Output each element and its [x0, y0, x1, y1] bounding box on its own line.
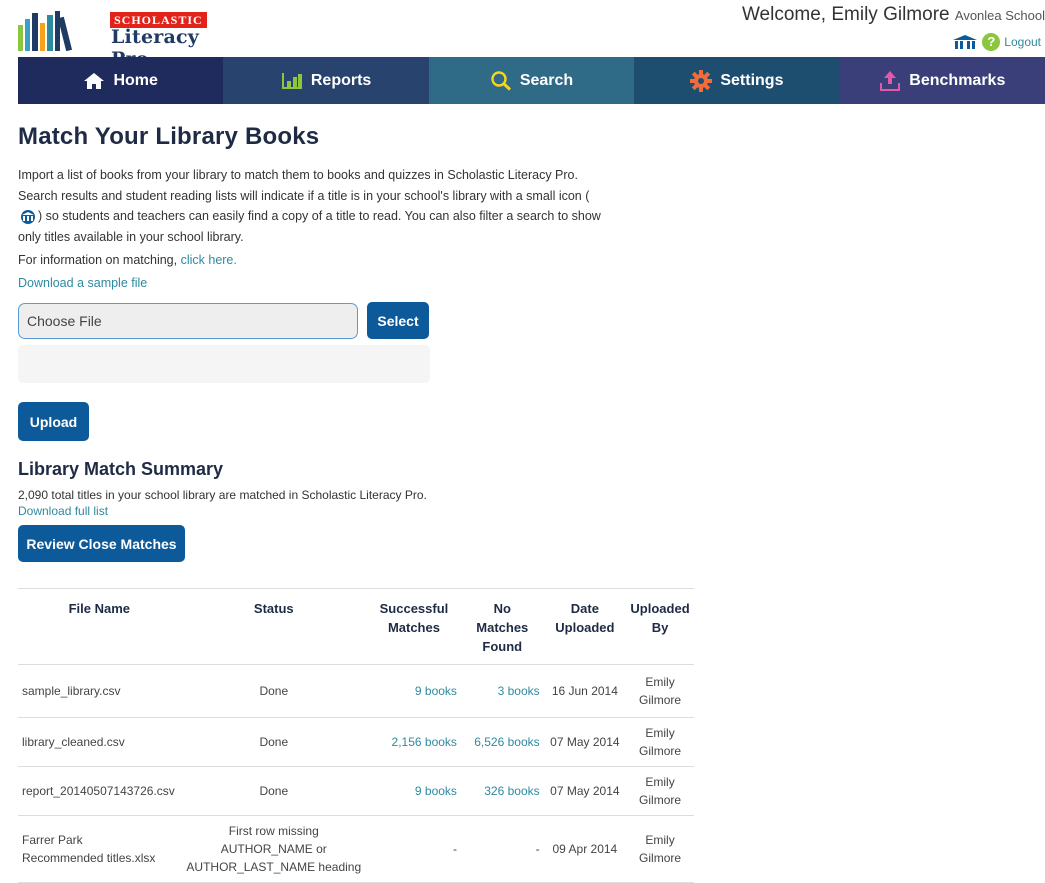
header-file-name[interactable]: File Name [18, 588, 181, 665]
cell-no-matches: - [460, 815, 544, 883]
header-date-uploaded[interactable]: Date Uploaded [543, 588, 627, 665]
page-title: Match Your Library Books [18, 123, 320, 150]
literacy-pro-logo[interactable]: SCHOLASTIC Literacy Pro [18, 9, 228, 70]
nav-settings-label: Settings [720, 71, 784, 89]
nav-search-label: Search [519, 71, 574, 89]
welcome-message: Welcome, Emily Gilmore Avonlea School [742, 4, 1045, 26]
click-here-link[interactable]: click here. [181, 253, 237, 267]
download-sample-link[interactable]: Download a sample file [18, 276, 147, 290]
intro-paragraph: Import a list of books from your library… [18, 165, 608, 247]
cell-successful: - [366, 815, 461, 883]
selected-file-display [18, 345, 430, 383]
top-header: SCHOLASTIC Literacy Pro Welcome, Emily G… [0, 0, 1045, 70]
library-match-table: File Name Status Successful Matches No Mat… [18, 588, 694, 883]
nav-home-label: Home [113, 71, 158, 89]
nav-benchmarks-label: Benchmarks [909, 71, 1006, 89]
school-name: Avonlea School [954, 8, 1045, 23]
cell-successful: 9 books [366, 664, 461, 718]
help-icon[interactable]: ? [982, 33, 1001, 51]
gear-icon [690, 69, 713, 92]
cell-status: First row missing AUTHOR_NAME or AUTHOR_L… [180, 815, 367, 883]
summary-text: 2,090 total titles in your school librar… [18, 488, 427, 502]
nav-home[interactable]: Home [18, 57, 224, 104]
library-icon[interactable] [952, 34, 978, 50]
cell-status: Done [180, 717, 367, 767]
welcome-text: Welcome, Emily Gilmore [741, 4, 950, 25]
home-icon [84, 72, 105, 89]
successful-link[interactable]: 9 books [415, 784, 457, 798]
header-successful-matches[interactable]: Successful Matches [366, 588, 461, 665]
cell-file-name: sample_library.csv [18, 664, 181, 718]
header-no-matches-found[interactable]: No Matches Found [460, 588, 544, 665]
summary-heading: Library Match Summary [18, 459, 224, 479]
no-matches-link[interactable]: 6,526 books [474, 735, 539, 749]
intro-text-1: Import a list of books from your library… [18, 168, 590, 203]
bar-chart-icon [281, 72, 302, 89]
select-button[interactable]: Select [367, 302, 429, 339]
cell-successful: 9 books [366, 766, 461, 816]
cell-date: 09 Apr 2014 [543, 815, 627, 883]
review-close-matches-button[interactable]: Review Close Matches [18, 525, 185, 562]
no-matches-link[interactable]: 326 books [484, 784, 539, 798]
header-status[interactable]: Status [180, 588, 367, 665]
cell-file-name: library_cleaned.csv [18, 717, 181, 767]
choose-file-input[interactable]: Choose File [18, 302, 358, 339]
header-uploaded-by[interactable]: Uploaded By [626, 588, 694, 665]
library-icon [21, 209, 35, 224]
cell-no-matches: 326 books [460, 766, 544, 816]
upload-button[interactable]: Upload [18, 402, 89, 441]
cell-date: 16 Jun 2014 [543, 664, 627, 718]
upload-arrow-icon [880, 70, 901, 91]
cell-file-name: Farrer Park Recommended titles.xlsx [18, 815, 181, 883]
download-full-list-link[interactable]: Download full list [18, 504, 718, 518]
cell-date: 07 May 2014 [543, 717, 627, 767]
matching-info-text: For information on matching, [18, 253, 178, 267]
table-row: sample_library.csv Done 9 books 3 books … [18, 664, 694, 718]
successful-link[interactable]: 2,156 books [392, 735, 457, 749]
sample-file-row: Download a sample file [18, 276, 718, 290]
table-row: library_cleaned.csv Done 2,156 books 6,5… [18, 717, 694, 767]
matching-info: For information on matching, click here. [18, 253, 718, 267]
nav-search[interactable]: Search [428, 57, 635, 104]
nav-reports[interactable]: Reports [223, 57, 429, 104]
nav-settings[interactable]: Settings [634, 57, 840, 104]
file-chooser-row: Choose File Select [18, 302, 718, 339]
main-content: Match Your Library Books Import a list o… [18, 105, 718, 883]
table-header-row: File Name Status Successful Matches No Mat… [18, 588, 694, 665]
utility-links: ? Logout [952, 33, 1041, 51]
logout-link[interactable]: Logout [1004, 35, 1041, 49]
cell-status: Done [180, 664, 367, 718]
magnifier-icon [491, 70, 511, 91]
cell-no-matches: 6,526 books [460, 717, 544, 767]
cell-uploaded-by: Emily Gilmore [626, 664, 694, 718]
no-matches-link[interactable]: 3 books [498, 684, 540, 698]
cell-uploaded-by: Emily Gilmore [626, 717, 694, 767]
cell-uploaded-by: Emily Gilmore [626, 766, 694, 816]
table-row: Farrer Park Recommended titles.xlsx First… [18, 815, 694, 883]
cell-status: Done [180, 766, 367, 816]
cell-date: 07 May 2014 [543, 766, 627, 816]
books-logo-icon [18, 11, 73, 51]
cell-no-matches: 3 books [460, 664, 544, 718]
successful-link[interactable]: 9 books [415, 684, 457, 698]
nav-reports-label: Reports [310, 71, 372, 89]
cell-uploaded-by: Emily Gilmore [626, 815, 694, 883]
nav-benchmarks[interactable]: Benchmarks [839, 57, 1045, 104]
intro-text-2: ) so students and teachers can easily fi… [18, 209, 601, 244]
main-nav: Home Reports Search Settings Benchmarks [18, 57, 1045, 104]
cell-successful: 2,156 books [366, 717, 461, 767]
table-row: report_20140507143726.csv Done 9 books 3… [18, 766, 694, 816]
cell-file-name: report_20140507143726.csv [18, 766, 181, 816]
